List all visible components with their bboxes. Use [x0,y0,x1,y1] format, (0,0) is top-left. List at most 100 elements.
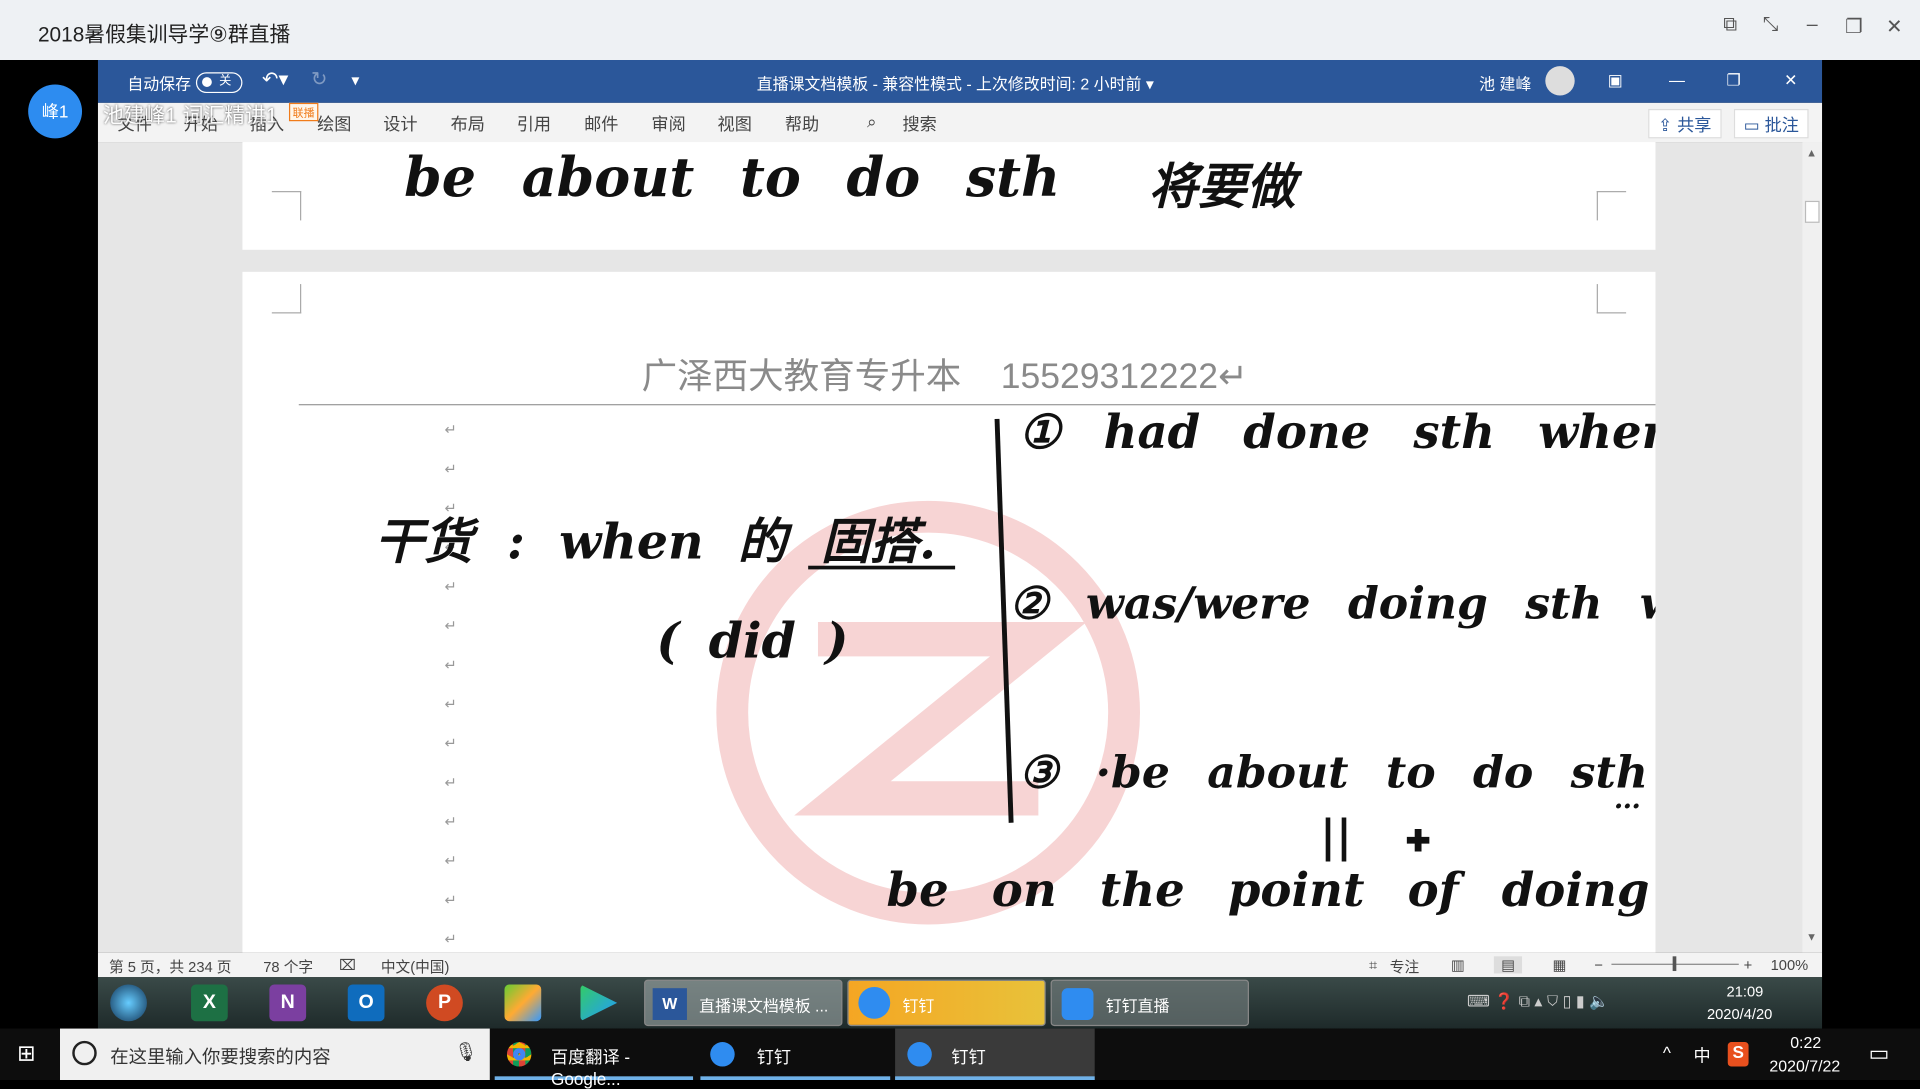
live-window-titlebar: 2018暑假集训导学⑨群直播 ⧉ ⤡ – ❐ ✕ [0,0,1920,61]
presenter-overlay: 池建峰1 词汇精讲1 [102,104,278,128]
popout-icon[interactable]: ⧉ [1716,15,1745,37]
word-minimize-icon[interactable]: — [1669,71,1685,89]
taskbar-word-doc[interactable]: W 直播课文档模板 ... [644,979,843,1027]
tab-mailings[interactable]: 邮件 [584,111,618,135]
onenote-icon[interactable]: N [269,984,307,1022]
windows-taskbar: ⊞ 在这里输入你要搜索的内容 🎙 百度翻译 - Google... 钉钉 钉钉 … [0,1028,1920,1089]
start-orb-icon[interactable] [110,984,147,1022]
vertical-scrollbar[interactable]: ▲ ▼ [1802,142,1823,953]
zoom-in-icon[interactable]: + [1744,956,1753,973]
dingtalk-icon [710,1042,735,1067]
task-label: 钉钉 [902,996,935,1016]
taskbar-search[interactable]: 在这里输入你要搜索的内容 🎙 [60,1028,490,1081]
tab-references[interactable]: 引用 [517,111,551,135]
header-org: 广泽西大教育专升本 [641,357,962,397]
tab-design[interactable]: 设计 [383,111,417,135]
taskbar-dingtalk[interactable]: 钉钉 [847,979,1046,1027]
page-count[interactable]: 第 5 页，共 234 页 [109,956,232,977]
comments-button[interactable]: ▭ 批注 [1733,108,1809,139]
minimize-icon[interactable]: – [1798,15,1827,37]
paragraph-mark: ↵ [444,577,457,596]
read-mode-icon[interactable]: ▥ [1451,956,1465,973]
package-icon[interactable] [504,984,542,1022]
undo-icon[interactable]: ↶▾ [262,67,288,91]
zoom-out-icon[interactable]: − [1594,956,1603,973]
tray-icons[interactable]: ⌨ ❓ ⧉ ▴ ⛉ ▯ ▮ 🔈 [1467,992,1609,1012]
autosave-toggle[interactable]: 关 [195,70,243,94]
share-label: 共享 [1677,115,1712,135]
paragraph-mark: ↵ [444,930,457,948]
taskbar-chrome[interactable]: 百度翻译 - Google... [494,1029,694,1089]
paragraph-mark: ↵ [444,656,457,674]
tab-review[interactable]: 审阅 [651,111,685,135]
ribbon-display-icon[interactable]: ▣ [1608,71,1623,91]
window-title: 2018暑假集训导学⑨群直播 [37,23,291,47]
clock-date[interactable]: 2020/7/22 [1769,1057,1840,1075]
page-current: 广泽西大教育专升本 15529312222↵ ↵ ↵ ↵ ↵ ↵ ↵ ↵ ↵ ↵… [242,271,1656,953]
word-restore-icon[interactable]: ❐ [1727,71,1741,91]
taskbar-dingtalk-2[interactable]: 钉钉 [895,1028,1095,1081]
taskbar-dingtalk-live[interactable]: 钉钉直播 [1050,979,1249,1027]
user-name: 池 建峰 [1479,74,1532,94]
proofing-icon[interactable]: ⌧ [339,956,356,973]
handwriting-item-3: ③ ·be about to do sth when [1018,746,1656,799]
scroll-thumb[interactable] [1804,200,1820,223]
handwriting-item-4: be on the point of doing when … [886,862,1656,918]
show-hidden-icons[interactable]: ^ [1663,1043,1671,1063]
remote-taskbar: X N O P W 直播课文档模板 ... 钉钉 钉钉直播 ⌨ ❓ ⧉ ▴ ⛉ ▯… [97,977,1823,1029]
outlook-icon[interactable]: O [347,984,385,1022]
handwriting-plus: ✚ [1405,822,1431,859]
focus-mode[interactable]: 专注 [1390,956,1419,977]
search-icon[interactable]: ⌕ [867,111,877,132]
microphone-icon[interactable]: 🎙 [454,1041,477,1063]
margin-corner [271,284,302,314]
powerpoint-icon[interactable]: P [426,984,463,1022]
autosave-label: 自动保存 [127,74,192,94]
restore-icon[interactable]: ❐ [1839,15,1868,39]
clock-time[interactable]: 0:22 [1790,1033,1821,1051]
taskbar-dingtalk-1[interactable]: 钉钉 [700,1029,891,1081]
scroll-up-icon[interactable]: ▲ [1806,147,1817,159]
document-title[interactable]: 直播课文档模板 - 兼容性模式 - 上次修改时间: 2 小时前 ▾ [757,71,1154,94]
user-avatar-icon[interactable] [1545,66,1575,96]
language[interactable]: 中文(中国) [381,956,450,977]
handwriting-chinese: 将要做 [1148,157,1296,216]
handwriting-item-1: ① had done sth when… [1018,404,1656,460]
ribbon-search[interactable]: 搜索 [902,111,936,135]
tab-view[interactable]: 视图 [718,111,752,135]
player-icon[interactable] [580,984,618,1022]
tab-draw[interactable]: 绘图 [317,111,351,135]
status-bar: 第 5 页，共 234 页 78 个字 ⌧ 中文(中国) ⌗ 专注 ▥ ▤ ▦ … [97,952,1823,978]
paragraph-mark: ↵ [444,460,457,478]
remote-clock-time[interactable]: 21:09 [1727,983,1764,1000]
handwriting-underline [808,565,956,570]
notification-icon[interactable]: ▭ [1869,1041,1890,1067]
page-previous: be about to do sth 将要做 [242,142,1656,250]
windows-start-icon[interactable]: ⊞ [17,1041,35,1067]
tab-help[interactable]: 帮助 [785,111,819,135]
share-button[interactable]: ⇪ 共享 [1648,108,1722,139]
redo-icon[interactable]: ↻ [311,67,327,91]
focus-icon[interactable]: ⌗ [1369,956,1377,974]
web-layout-icon[interactable]: ▦ [1553,956,1567,973]
customize-icon[interactable]: ▾ [351,71,359,91]
zoom-level[interactable]: 100% [1771,956,1809,973]
handwriting-be-about: be about to do sth [404,146,1061,210]
zoom-slider-thumb[interactable] [1672,956,1677,972]
presenter-avatar[interactable]: 峰1 [28,84,83,139]
word-close-icon[interactable]: ✕ [1784,71,1797,91]
scroll-down-icon[interactable]: ▼ [1806,931,1817,943]
ime-indicator[interactable]: 中 [1693,1043,1710,1067]
excel-icon[interactable]: X [191,984,228,1022]
close-icon[interactable]: ✕ [1880,15,1909,39]
sogou-ime-icon[interactable]: S [1727,1042,1749,1067]
word-count[interactable]: 78 个字 [263,956,313,977]
cortana-icon [72,1040,97,1066]
live-icon [1061,988,1094,1021]
tab-layout[interactable]: 布局 [451,111,485,135]
document-area: be about to do sth 将要做 广泽西大教育专升本 1552931… [97,142,1823,953]
margin-corner [1596,284,1627,314]
fullscreen-icon[interactable]: ⤡ [1756,15,1785,37]
remote-clock-date[interactable]: 2020/4/20 [1707,1005,1772,1022]
print-layout-icon[interactable]: ▤ [1493,956,1523,974]
